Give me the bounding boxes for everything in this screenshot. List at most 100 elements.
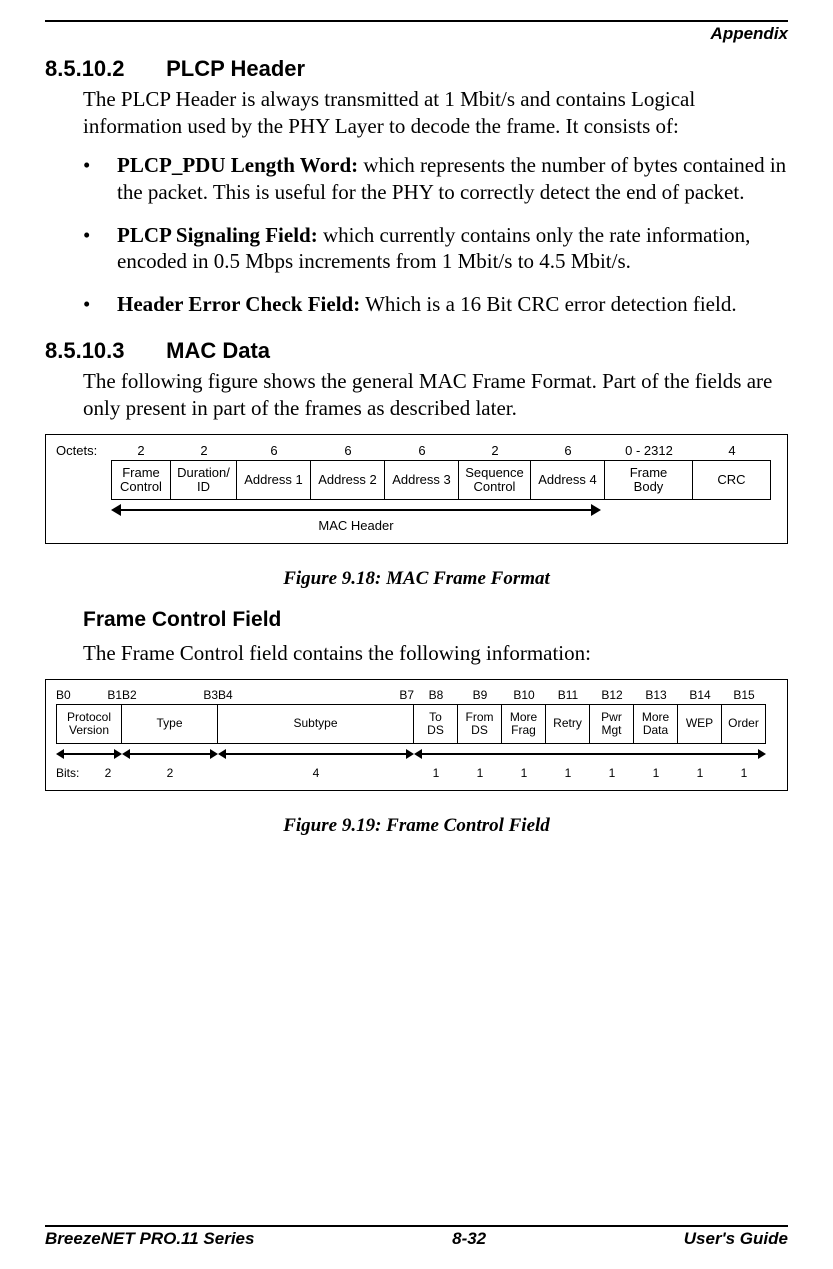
- mac-header-arrow: [56, 504, 777, 516]
- bits-val: 1: [634, 766, 678, 780]
- bits-prefix: Bits:: [56, 766, 94, 780]
- fc-field: PwrMgt: [590, 704, 634, 744]
- mac-field: Duration/ID: [171, 460, 237, 500]
- bit-label: B0: [56, 688, 80, 702]
- section-number: 8.5.10.2: [45, 56, 160, 82]
- fc-arrows: [56, 748, 777, 760]
- footer-center: 8-32: [452, 1229, 486, 1249]
- bullet-text: Which is a 16 Bit CRC error detection fi…: [360, 292, 736, 316]
- mac-field: Address 1: [237, 460, 311, 500]
- octets-val: 6: [311, 443, 385, 458]
- arrow-left-icon: [218, 749, 226, 759]
- bits-val: 4: [218, 766, 414, 780]
- octets-val: 2: [111, 443, 171, 458]
- arrow-left-icon: [122, 749, 130, 759]
- arrow-left-icon: [56, 749, 64, 759]
- section-heading-mac: 8.5.10.3 MAC Data: [45, 338, 788, 364]
- octets-val: 2: [171, 443, 237, 458]
- fc-field: Type: [122, 704, 218, 744]
- bit-label: B10: [502, 688, 546, 702]
- arrow-left-icon: [414, 749, 422, 759]
- arrow-right-icon: [758, 749, 766, 759]
- section1-bullets: PLCP_PDU Length Word: which represents t…: [83, 152, 788, 318]
- bit-label: B8: [414, 688, 458, 702]
- mac-field: FrameBody: [605, 460, 693, 500]
- section2-intro: The following figure shows the general M…: [83, 368, 788, 422]
- fc-field: ToDS: [414, 704, 458, 744]
- mac-field: Address 3: [385, 460, 459, 500]
- bits-val: 1: [678, 766, 722, 780]
- arrow-right-icon: [114, 749, 122, 759]
- bit-label: B12: [590, 688, 634, 702]
- fc-fields-row: ProtocolVersion Type Subtype ToDS FromDS…: [56, 704, 777, 744]
- bullet-item: PLCP_PDU Length Word: which represents t…: [83, 152, 788, 206]
- mac-fields-row: FrameControl Duration/ID Address 1 Addre…: [56, 460, 777, 500]
- bullet-bold: PLCP Signaling Field:: [117, 223, 318, 247]
- arrow-right-icon: [406, 749, 414, 759]
- fc-field: Subtype: [218, 704, 414, 744]
- figure-caption-fc: Figure 9.19: Frame Control Field: [45, 815, 788, 837]
- octets-prefix: Octets:: [56, 443, 111, 458]
- footer-right: User's Guide: [684, 1229, 788, 1249]
- octets-val: 6: [531, 443, 605, 458]
- bits-val: 1: [502, 766, 546, 780]
- page-footer: BreezeNET PRO.11 Series 8-32 User's Guid…: [45, 1229, 788, 1249]
- arrow-right-icon: [591, 504, 601, 516]
- bit-label: B1: [80, 688, 122, 702]
- section-title: PLCP Header: [166, 56, 305, 81]
- mac-octets-row: Octets: 2 2 6 6 6 2 6 0 - 2312 4: [56, 443, 777, 458]
- octets-val: 0 - 2312: [605, 443, 693, 458]
- bullet-bold: Header Error Check Field:: [117, 292, 360, 316]
- fc-field: Order: [722, 704, 766, 744]
- mac-field: Address 2: [311, 460, 385, 500]
- bits-val: 1: [414, 766, 458, 780]
- bit-label: B2: [122, 688, 146, 702]
- fc-field: ProtocolVersion: [56, 704, 122, 744]
- bit-label: B15: [722, 688, 766, 702]
- bits-val: 2: [122, 766, 218, 780]
- fc-field: MoreFrag: [502, 704, 546, 744]
- arrow-left-icon: [111, 504, 121, 516]
- mac-field: Address 4: [531, 460, 605, 500]
- fc-field: FromDS: [458, 704, 502, 744]
- bit-label: B11: [546, 688, 590, 702]
- figure-mac-frame: Octets: 2 2 6 6 6 2 6 0 - 2312 4 FrameCo…: [45, 434, 788, 544]
- mac-field: SequenceControl: [459, 460, 531, 500]
- bullet-bold: PLCP_PDU Length Word:: [117, 153, 358, 177]
- bits-val: 1: [722, 766, 766, 780]
- bullet-item: PLCP Signaling Field: which currently co…: [83, 222, 788, 276]
- bits-val: 1: [458, 766, 502, 780]
- figure-frame-control: B0 B1 B2 B3 B4 B7 B8 B9 B10 B11 B12 B13 …: [45, 679, 788, 791]
- subsection-heading-fc: Frame Control Field: [83, 608, 788, 632]
- octets-val: 6: [385, 443, 459, 458]
- bit-label: B14: [678, 688, 722, 702]
- fc-field: Retry: [546, 704, 590, 744]
- fc-field: MoreData: [634, 704, 678, 744]
- section-number: 8.5.10.3: [45, 338, 160, 364]
- bit-label: B4: [218, 688, 242, 702]
- section1-intro: The PLCP Header is always transmitted at…: [83, 86, 788, 140]
- mac-field: FrameControl: [111, 460, 171, 500]
- page-content: 8.5.10.2 PLCP Header The PLCP Header is …: [45, 48, 788, 1217]
- mac-field: CRC: [693, 460, 771, 500]
- fc-bit-labels-row: B0 B1 B2 B3 B4 B7 B8 B9 B10 B11 B12 B13 …: [56, 688, 777, 702]
- figure-caption-mac: Figure 9.18: MAC Frame Format: [45, 568, 788, 590]
- section-title: MAC Data: [166, 338, 270, 363]
- bits-val: 1: [590, 766, 634, 780]
- bit-label: B7: [242, 688, 414, 702]
- octets-val: 4: [693, 443, 771, 458]
- fc-field: WEP: [678, 704, 722, 744]
- bit-label: B9: [458, 688, 502, 702]
- octets-val: 2: [459, 443, 531, 458]
- fc-intro: The Frame Control field contains the fol…: [83, 640, 788, 667]
- octets-val: 6: [237, 443, 311, 458]
- mac-header-label: MAC Header: [111, 518, 601, 533]
- bullet-item: Header Error Check Field: Which is a 16 …: [83, 291, 788, 318]
- bit-label: B3: [146, 688, 218, 702]
- footer-left: BreezeNET PRO.11 Series: [45, 1229, 254, 1249]
- section-heading-plcp: 8.5.10.2 PLCP Header: [45, 56, 788, 82]
- bits-val: 1: [546, 766, 590, 780]
- fc-bits-row: Bits: 2 2 4 1 1 1 1 1 1 1 1: [56, 766, 777, 780]
- arrow-right-icon: [210, 749, 218, 759]
- bits-val: 2: [94, 766, 122, 780]
